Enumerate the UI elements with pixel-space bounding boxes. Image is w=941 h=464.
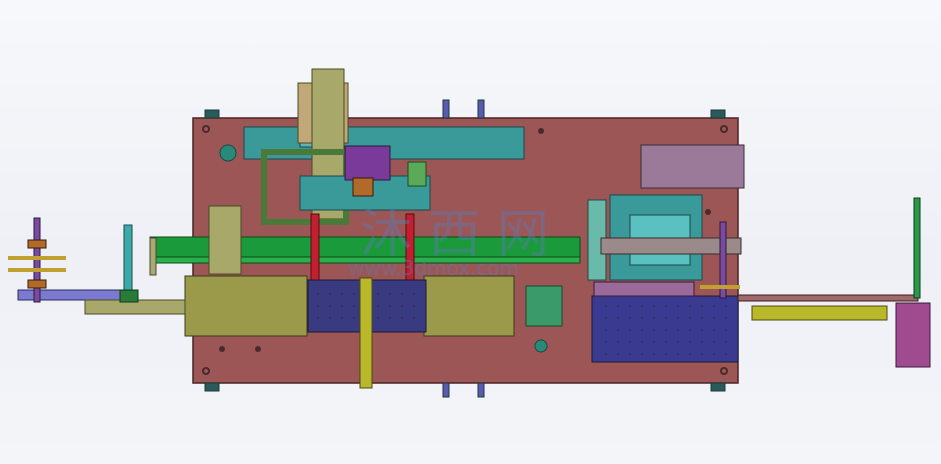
mauve-housing [640,144,745,189]
watermark-url: www.3dmox.com [348,256,519,280]
watermark: 沐 西 网 www.3dmox.com [348,205,549,280]
cad-drawing-canvas: 沐 西 网 www.3dmox.com [8,68,931,398]
left-conveyor [8,217,186,315]
